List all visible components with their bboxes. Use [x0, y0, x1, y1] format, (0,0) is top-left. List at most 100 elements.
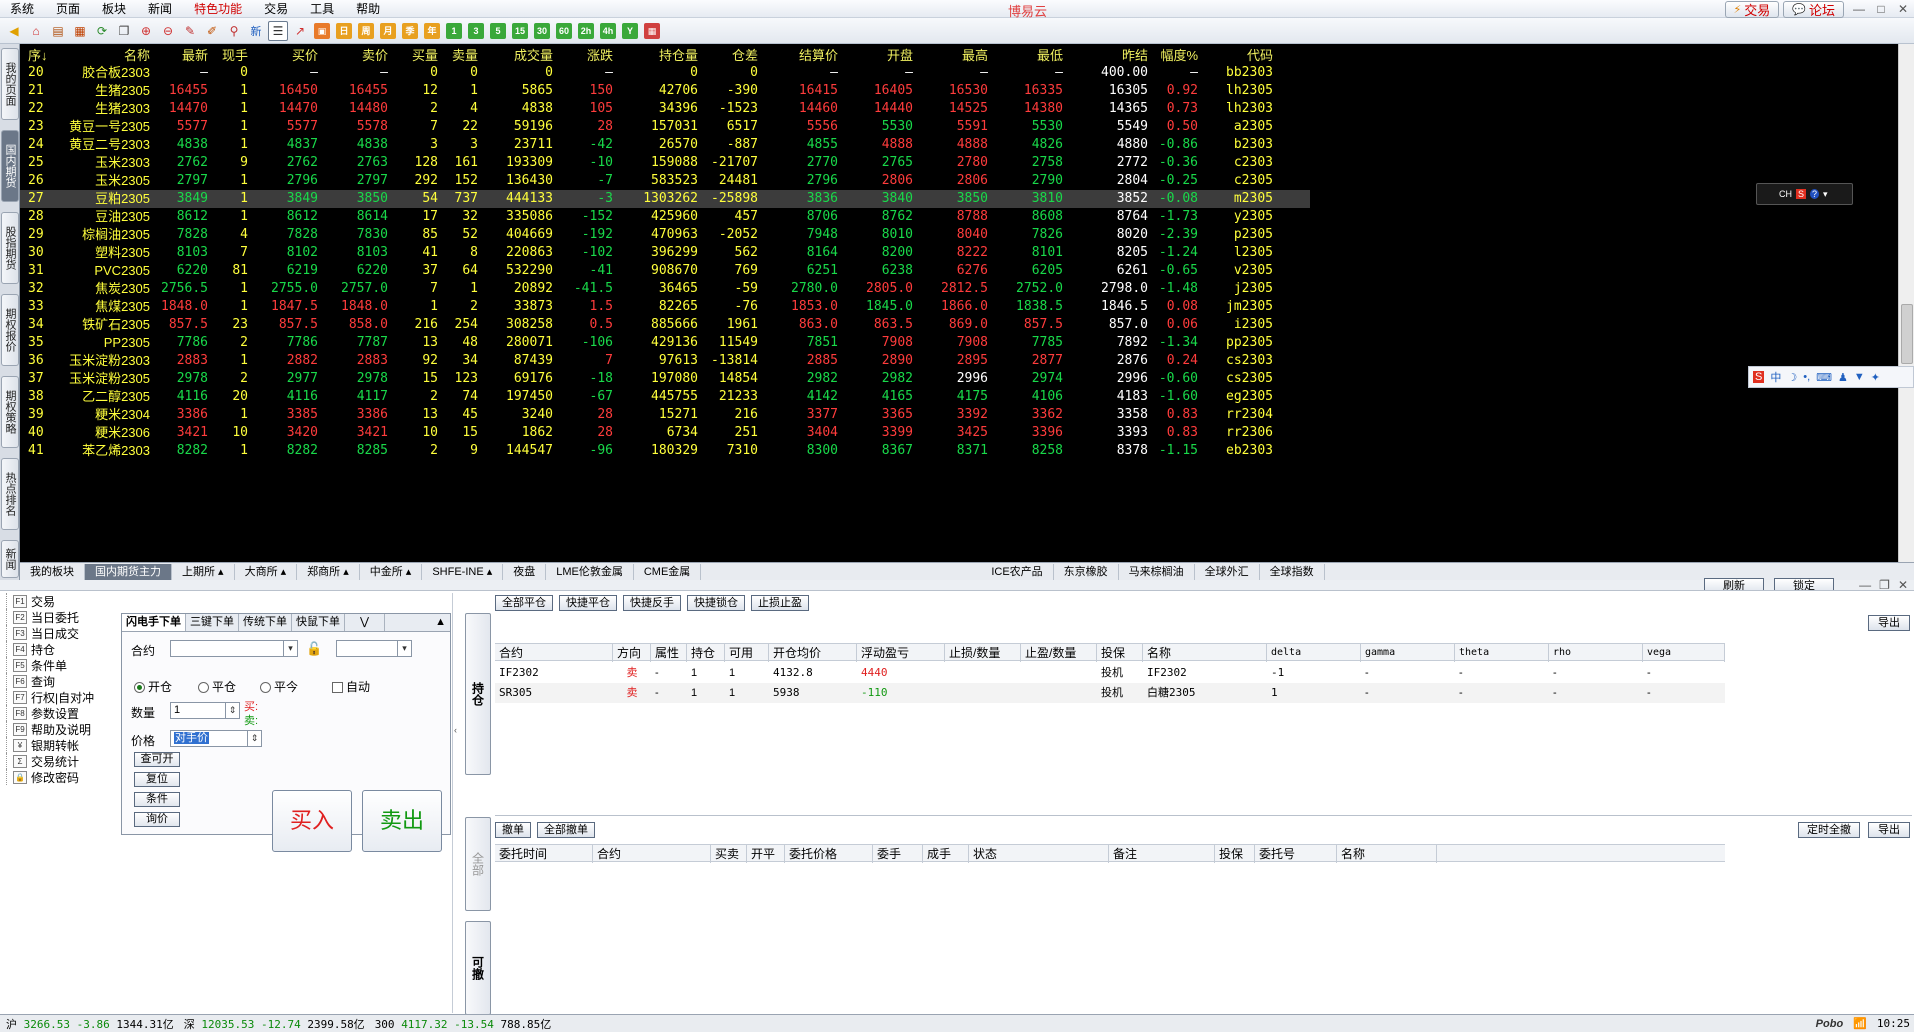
splitter[interactable]: ‹ — [452, 593, 462, 1013]
close-all-button[interactable]: 全部平仓 — [495, 595, 553, 611]
market-tab[interactable]: 国内期货主力 — [85, 563, 172, 580]
period-month[interactable]: 月 — [378, 21, 398, 41]
market-tab[interactable]: 东京橡胶 — [1054, 563, 1119, 580]
period-week[interactable]: 周 — [356, 21, 376, 41]
pen-icon[interactable]: ✎ — [180, 21, 200, 41]
vtab-domestic-futures[interactable]: 国内期货 — [1, 130, 19, 202]
order-header-cell[interactable]: 合约 — [593, 845, 711, 863]
quote-row[interactable]: 30 塑料2305 8103 7 8102 8103 41 8 220863 -102 396299… — [20, 244, 1310, 262]
qty-input[interactable]: 1 ⇕ — [170, 702, 240, 719]
quick-reverse-button[interactable]: 快捷反手 — [623, 595, 681, 611]
position-header-cell[interactable]: delta — [1267, 644, 1361, 662]
zoom-out-icon[interactable]: ⊖ — [158, 21, 178, 41]
filter-icon[interactable]: ⚲ — [224, 21, 244, 41]
position-header-cell[interactable]: gamma — [1361, 644, 1455, 662]
period-60m[interactable]: 60 — [554, 21, 574, 41]
quote-row[interactable]: 23 黄豆一号2305 5577 1 5577 5578 7 22 59196 28 157031 6… — [20, 118, 1310, 136]
grid-header-cell[interactable]: 幅度% — [1153, 46, 1198, 66]
position-header-cell[interactable]: 止损/数量 — [945, 644, 1021, 662]
quote-row[interactable]: 24 黄豆二号2303 4838 1 4837 4838 3 3 23711 -42 26570 -8… — [20, 136, 1310, 154]
vtab-options-quotes[interactable]: 期权报价 — [1, 294, 19, 366]
quote-row[interactable]: 33 焦煤2305 1848.0 1 1847.5 1848.0 1 2 33873 1.5 822… — [20, 298, 1310, 316]
news-icon[interactable]: ▦ — [70, 21, 90, 41]
tab-flash-order[interactable]: 闪电手下单 — [122, 614, 186, 631]
grid-header-cell[interactable]: 买价 — [253, 46, 318, 66]
quote-row[interactable]: 20 胶合板2303 — 0 — — 0 0 0 — 0 0 — — — — 400.00 — bb2303 — [20, 64, 1310, 82]
cancel-order-button[interactable]: 撤单 — [495, 822, 531, 838]
scroll-thumb[interactable] — [1901, 304, 1913, 364]
market-tab[interactable]: 夜盘 — [503, 563, 547, 580]
trade-button[interactable]: ⚡ 交易 — [1724, 0, 1780, 18]
stepper-icon[interactable]: ⇕ — [247, 731, 261, 746]
position-header-cell[interactable]: 合约 — [495, 644, 613, 662]
quote-row[interactable]: 22 生猪2303 14470 1 14470 14480 2 4 4838 105 34396 -1… — [20, 100, 1310, 118]
maximize-icon[interactable]: □ — [1870, 1, 1892, 17]
function-item[interactable]: F5 条件单 — [6, 657, 116, 673]
list-view-icon[interactable]: ☰ — [268, 20, 288, 41]
position-header-cell[interactable]: 投保 — [1097, 644, 1143, 662]
minimize-icon[interactable]: — — [1848, 1, 1870, 17]
tab-traditional-order[interactable]: 传统下单 — [239, 614, 292, 631]
cancel-all-button[interactable]: 全部撤单 — [537, 822, 595, 838]
close-radio[interactable]: 平仓 — [198, 678, 236, 695]
positions-side-button[interactable]: 持仓 — [465, 613, 491, 775]
function-item[interactable]: Σ 交易统计 — [6, 753, 116, 769]
menu-trade[interactable]: 交易 — [254, 0, 300, 18]
grid-header-cell[interactable]: 名称 — [60, 46, 150, 66]
quote-row[interactable]: 29 棕榈油2305 7828 4 7828 7830 85 52 404669 -192 4709… — [20, 226, 1310, 244]
function-item[interactable]: F7 行权|自对冲 — [6, 689, 116, 705]
market-tab[interactable]: 大商所 ▴ — [235, 563, 298, 580]
tab-three-key-order[interactable]: 三键下单 — [186, 614, 239, 631]
menu-help[interactable]: 帮助 — [346, 0, 392, 18]
market-tab[interactable]: CME金属 — [634, 563, 702, 580]
grid-header-cell[interactable]: 现手 — [213, 46, 248, 66]
function-item[interactable]: F9 帮助及说明 — [6, 721, 116, 737]
period-2h[interactable]: 2h — [576, 21, 596, 41]
position-header-cell[interactable]: 浮动盈亏 — [857, 644, 945, 662]
close-icon[interactable]: ✕ — [1892, 1, 1914, 17]
menu-features[interactable]: 特色功能 — [184, 0, 254, 18]
calculator-icon[interactable]: ▦ — [642, 21, 662, 41]
period-quarter[interactable]: 季 — [400, 21, 420, 41]
function-item[interactable]: F3 当日成交 — [6, 625, 116, 641]
grid-header-cell[interactable]: 卖量 — [443, 46, 478, 66]
quote-row[interactable]: 31 PVC2305 6220 81 6219 6220 37 64 532290 -41 9086… — [20, 262, 1310, 280]
grid-header-cell[interactable]: 开盘 — [843, 46, 913, 66]
buy-button[interactable]: 买入 — [272, 790, 352, 852]
pin-icon[interactable]: ▲ — [431, 614, 450, 631]
window-icon[interactable]: ❐ — [114, 21, 134, 41]
grid-header-cell[interactable]: 最高 — [918, 46, 988, 66]
position-header-cell[interactable]: 可用 — [725, 644, 769, 662]
quote-row[interactable]: 37 玉米淀粉2305 2978 2 2977 2978 15 123 69176 -18 1970… — [20, 370, 1310, 388]
period-year[interactable]: 年 — [422, 21, 442, 41]
paint-icon[interactable]: ✐ — [202, 21, 222, 41]
position-header-cell[interactable]: 方向 — [613, 644, 651, 662]
unlock-icon[interactable]: 🔓 — [306, 641, 322, 657]
grid-header-cell[interactable]: 代码 — [1203, 46, 1273, 66]
grid-header-cell[interactable]: 结算价 — [763, 46, 838, 66]
quote-row[interactable]: 27 豆粕2305 3849 1 3849 3850 54 737 444133 -3 130326… — [20, 190, 1310, 208]
new-icon[interactable]: 新 — [246, 21, 266, 41]
quote-row[interactable]: 28 豆油2305 8612 1 8612 8614 17 32 335086 -152 42596… — [20, 208, 1310, 226]
order-header-cell[interactable]: 买卖 — [711, 845, 747, 863]
market-tab[interactable]: SHFE-INE ▴ — [422, 563, 504, 580]
quote-row[interactable]: 21 生猪2305 16455 1 16450 16455 12 1 5865 150 42706 -… — [20, 82, 1310, 100]
quote-row[interactable]: 38 乙二醇2305 4116 20 4116 4117 2 74 197450 -67 44575… — [20, 388, 1310, 406]
function-item[interactable]: F4 持仓 — [6, 641, 116, 657]
ime-status-bar[interactable]: S 中 ☽ •, ⌨ ♟ ▼ ✦ — [1748, 366, 1914, 388]
grid-header-cell[interactable]: 仓差 — [703, 46, 758, 66]
function-item[interactable]: 🔒 修改密码 — [6, 769, 116, 785]
grid-header-cell[interactable]: 持仓量 — [618, 46, 698, 66]
quote-row[interactable]: 40 粳米2306 3421 10 3420 3421 10 15 1862 28 6734 251 3… — [20, 424, 1310, 442]
order-header-cell[interactable]: 委托价格 — [785, 845, 873, 863]
grid-header-cell[interactable]: 买量 — [393, 46, 438, 66]
stop-loss-profit-button[interactable]: 止损止盈 — [751, 595, 809, 611]
menu-page[interactable]: 页面 — [46, 0, 92, 18]
price-input[interactable]: 对手价 ⇕ — [170, 730, 262, 747]
market-tab[interactable]: 全球外汇 — [1195, 563, 1260, 580]
vtab-index-futures[interactable]: 股指期货 — [1, 212, 19, 284]
grid-header-cell[interactable]: 涨跌 — [558, 46, 613, 66]
home-icon[interactable]: ⌂ — [26, 21, 46, 41]
vtab-options-strategy[interactable]: 期权策略 — [1, 376, 19, 448]
grid-header-cell[interactable]: 序↓ — [28, 46, 58, 66]
